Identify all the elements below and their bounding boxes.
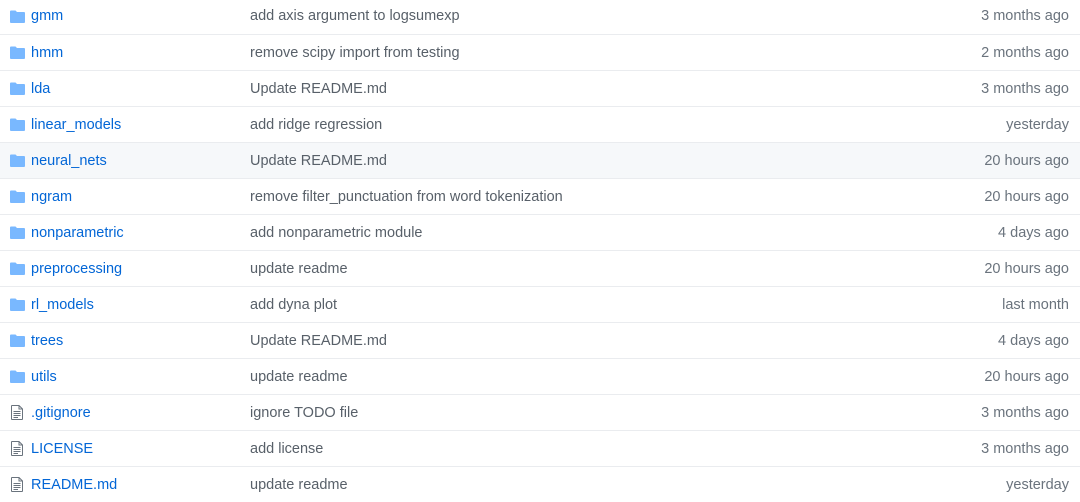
folder-icon [9, 333, 25, 349]
file-row-trees[interactable]: trees Update README.md 4 days ago [0, 322, 1080, 358]
commit-age: 20 hours ago [984, 188, 1069, 205]
folder-icon [9, 45, 25, 61]
commit-age: 20 hours ago [984, 260, 1069, 277]
commit-message-link[interactable]: update readme [250, 369, 348, 385]
folder-icon [9, 153, 25, 169]
commit-age: last month [1002, 296, 1069, 313]
file-name-link[interactable]: LICENSE [31, 441, 93, 457]
commit-message-link[interactable]: update readme [250, 477, 348, 493]
commit-message-link[interactable]: remove scipy import from testing [250, 45, 460, 61]
file-row-rl-models[interactable]: rl_models add dyna plot last month [0, 286, 1080, 322]
commit-message-link[interactable]: Update README.md [250, 153, 387, 169]
file-name-link[interactable]: trees [31, 333, 63, 349]
folder-icon [9, 297, 25, 313]
file-name-link[interactable]: hmm [31, 45, 63, 61]
commit-message-link[interactable]: add nonparametric module [250, 225, 423, 241]
file-name-link[interactable]: preprocessing [31, 261, 122, 277]
commit-message-link[interactable]: add license [250, 441, 323, 457]
file-list: gmm add axis argument to logsumexp 3 mon… [0, 0, 1080, 499]
file-row-gmm[interactable]: gmm add axis argument to logsumexp 3 mon… [0, 0, 1080, 34]
file-name-link[interactable]: .gitignore [31, 405, 91, 421]
folder-icon [9, 261, 25, 277]
commit-message-link[interactable]: Update README.md [250, 81, 387, 97]
file-row-ngram[interactable]: ngram remove filter_punctuation from wor… [0, 178, 1080, 214]
file-name-link[interactable]: linear_models [31, 117, 121, 133]
commit-age: 20 hours ago [984, 368, 1069, 385]
folder-icon [9, 189, 25, 205]
commit-message-link[interactable]: add dyna plot [250, 297, 337, 313]
file-row-readme[interactable]: README.md update readme yesterday [0, 466, 1080, 502]
folder-icon [9, 225, 25, 241]
commit-message-link[interactable]: update readme [250, 261, 348, 277]
commit-age: 4 days ago [998, 224, 1069, 241]
commit-age: yesterday [1006, 476, 1069, 493]
file-name-link[interactable]: lda [31, 81, 50, 97]
file-name-link[interactable]: README.md [31, 477, 117, 493]
file-name-link[interactable]: rl_models [31, 297, 94, 313]
file-name-link[interactable]: gmm [31, 8, 63, 24]
commit-message-link[interactable]: ignore TODO file [250, 405, 358, 421]
file-icon [9, 405, 25, 421]
commit-message-link[interactable]: remove filter_punctuation from word toke… [250, 189, 563, 205]
file-row-utils[interactable]: utils update readme 20 hours ago [0, 358, 1080, 394]
folder-icon [9, 369, 25, 385]
file-name-link[interactable]: nonparametric [31, 225, 124, 241]
commit-age: 2 months ago [981, 44, 1069, 61]
folder-icon [9, 117, 25, 133]
file-icon [9, 441, 25, 457]
file-row-hmm[interactable]: hmm remove scipy import from testing 2 m… [0, 34, 1080, 70]
file-name-link[interactable]: ngram [31, 189, 72, 205]
file-name-link[interactable]: utils [31, 369, 57, 385]
file-row-preprocessing[interactable]: preprocessing update readme 20 hours ago [0, 250, 1080, 286]
commit-age: 4 days ago [998, 332, 1069, 349]
folder-icon [9, 81, 25, 97]
commit-age: 3 months ago [981, 440, 1069, 457]
commit-age: 3 months ago [981, 8, 1069, 24]
file-row-linear-models[interactable]: linear_models add ridge regression yeste… [0, 106, 1080, 142]
commit-message-link[interactable]: add ridge regression [250, 117, 382, 133]
file-icon [9, 477, 25, 493]
file-row-nonparametric[interactable]: nonparametric add nonparametric module 4… [0, 214, 1080, 250]
file-row-gitignore[interactable]: .gitignore ignore TODO file 3 months ago [0, 394, 1080, 430]
commit-age: yesterday [1006, 116, 1069, 133]
file-row-license[interactable]: LICENSE add license 3 months ago [0, 430, 1080, 466]
commit-message-link[interactable]: Update README.md [250, 333, 387, 349]
file-row-lda[interactable]: lda Update README.md 3 months ago [0, 70, 1080, 106]
file-row-neural-nets[interactable]: neural_nets Update README.md 20 hours ag… [0, 142, 1080, 178]
folder-icon [9, 8, 25, 24]
commit-age: 3 months ago [981, 80, 1069, 97]
commit-age: 20 hours ago [984, 152, 1069, 169]
file-name-link[interactable]: neural_nets [31, 153, 107, 169]
commit-message-link[interactable]: add axis argument to logsumexp [250, 8, 460, 24]
commit-age: 3 months ago [981, 404, 1069, 421]
